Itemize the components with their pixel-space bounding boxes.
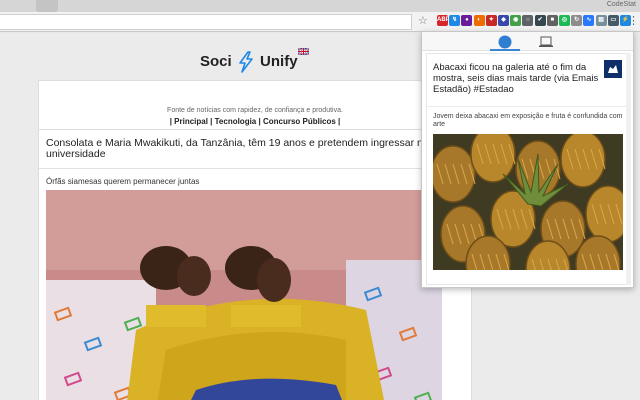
laptop-icon[interactable] [538,35,554,49]
tab-strip: CodeStat [0,0,640,12]
ext-circle-icon[interactable]: ○ [522,15,534,26]
post-title[interactable]: Abacaxi ficou na galeria até o fim da mo… [433,62,603,95]
ext-puzzle-icon[interactable]: ● [461,15,473,26]
compass-icon[interactable] [498,35,512,49]
logo-text-right: Unify [260,52,298,70]
popup-tab-bar [422,32,633,51]
divider [39,168,471,169]
ext-refresh-icon[interactable]: ↻ [571,15,583,26]
ext-wave-icon[interactable]: ∿ [583,15,595,26]
article-photo[interactable] [46,190,442,400]
nav-links[interactable]: | Principal | Tecnologia | Concurso Públ… [39,117,471,126]
ext-check-icon[interactable]: ✔ [534,15,546,26]
site-header: Soci Unify [0,33,480,79]
ext-arrow-icon[interactable]: ↯ [449,15,461,26]
ext-box-icon[interactable]: ■ [546,15,558,26]
browser-menu-icon[interactable]: ⋮ [628,14,639,28]
ext-cast-icon[interactable]: ▭ [607,15,619,26]
logo-text-left: Soci [200,52,232,70]
article-title[interactable]: Consolata e Maria Mwakikuti, da Tanzânia… [46,138,466,160]
ext-spotify-icon[interactable]: ◎ [559,15,570,26]
article-caption: Órfãs siamesas querem permanecer juntas [46,177,200,186]
article-card: Consolata e Maria Mwakikuti, da Tanzânia… [38,129,472,400]
ext-fox-icon[interactable]: ◐ [473,15,485,26]
extension-popup: Abacaxi ficou na galeria até o fim da mo… [421,31,634,288]
address-bar[interactable] [0,14,412,30]
ext-doc-icon[interactable]: ▤ [595,15,607,26]
pineapple-photo[interactable] [433,134,623,270]
site-tagline: Fonte de notícias com rapidez, de confia… [167,107,343,114]
ext-star-icon[interactable]: ✦ [485,15,497,26]
profile-name[interactable]: CodeStat [607,0,636,10]
active-tab-indicator [490,49,520,51]
lightning-bolt-icon [239,51,253,73]
adblock-icon[interactable]: ABP [437,15,450,26]
ext-chrome-icon[interactable]: ◉ [510,15,522,26]
post-description: Jovem deixa abacaxi em exposição e fruta… [433,113,623,128]
estadao-logo-icon [604,60,622,78]
uk-flag-icon[interactable] [298,48,309,55]
site-logo[interactable]: Soci Unify [200,51,298,73]
browser-tab[interactable] [36,0,58,12]
divider [427,106,628,107]
popup-scrollbar[interactable] [626,53,631,285]
bookmark-star-icon[interactable]: ☆ [418,14,428,28]
ext-diamond-icon[interactable]: ◆ [498,15,509,26]
post-card[interactable]: Abacaxi ficou na galeria até o fim da mo… [426,53,629,285]
